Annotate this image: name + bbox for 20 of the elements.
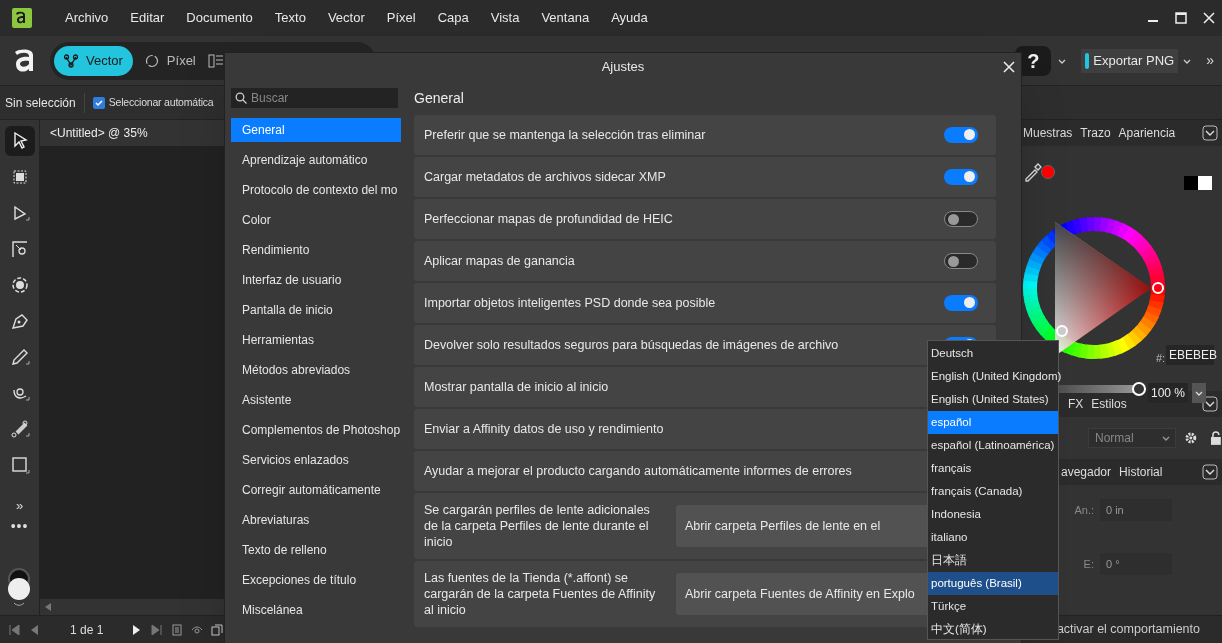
checkbox-label: Seleccionar automática — [108, 94, 214, 110]
setting-label: Cargar metadatos de archivos sidecar XMP — [424, 168, 666, 186]
setting-label: Preferir que se mantenga la selección tras eliminar — [424, 126, 706, 144]
setting-label: Se cargarán perfiles de lente adicionales de la carpeta Perfiles de lente durante el inicio — [424, 502, 651, 550]
field-label: E: — [1082, 556, 1094, 572]
setting-label: Las fuentes de la Tienda (*.affont) se cargarán de la carpeta Fuentes de Affinity al inicio — [424, 570, 657, 618]
setting-label: Mostrar pantalla de inicio al inicio — [424, 378, 609, 396]
field-label: An.: — [1074, 502, 1094, 518]
setting-label: Devolver solo resultados seguros para búsquedas de imágenes de archivo — [424, 336, 839, 354]
setting-label: Perfeccionar mapas de profundidad de HEIC — [424, 210, 673, 228]
setting-label: Ayudar a mejorar el producto cargando automáticamente informes de errores — [424, 462, 852, 480]
page-indicator: 1 de 1 — [70, 621, 104, 639]
status-text: activar el comportamiento — [1056, 621, 1200, 639]
setting-label: Importar objetos inteligentes PSD donde sea posible — [424, 294, 716, 312]
setting-label: Aplicar mapas de ganancia — [424, 252, 575, 270]
setting-label: Enviar a Affinity datos de uso y rendimiento — [424, 420, 664, 438]
section-heading: General — [414, 88, 465, 108]
hex-label: #: — [1156, 351, 1166, 366]
selection-status: Sin selección — [5, 94, 76, 112]
dialog-title: Ajustes — [601, 58, 645, 77]
